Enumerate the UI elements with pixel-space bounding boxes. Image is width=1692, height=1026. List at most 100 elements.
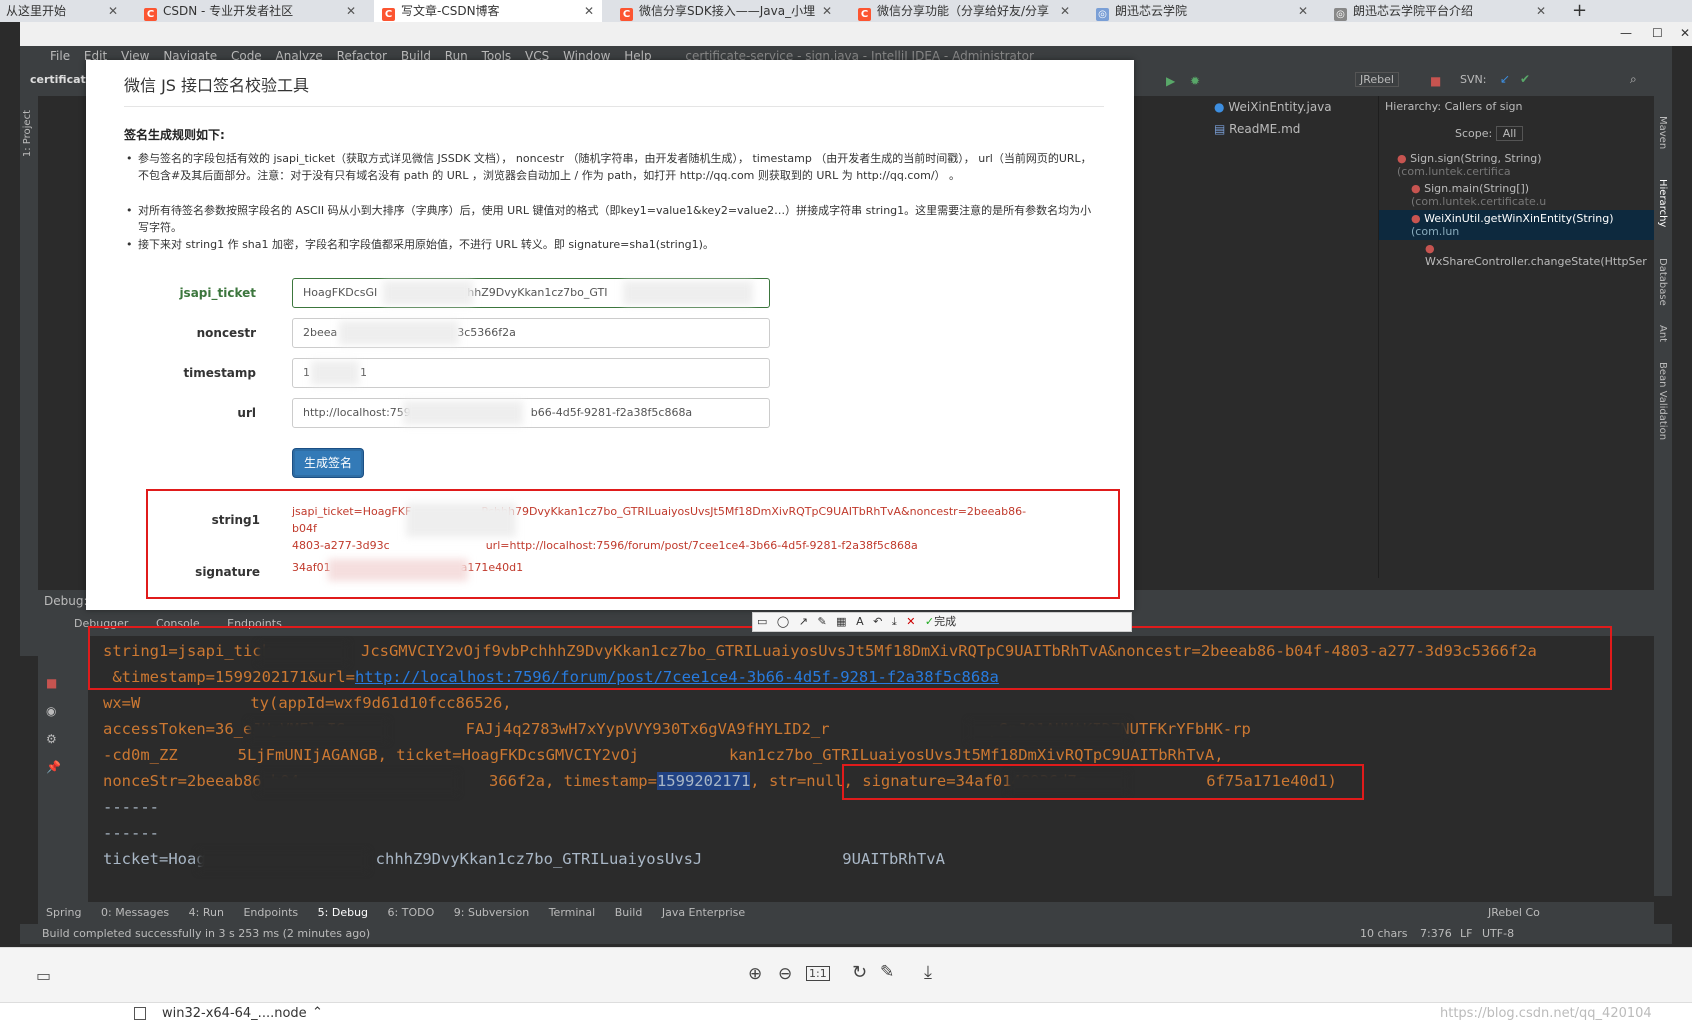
url-input[interactable]: http://localhost:759 b66-4d5f-9281-f2a38f…: [292, 398, 770, 428]
tab-todo[interactable]: 6: TODO: [388, 906, 435, 919]
pen-tool-icon[interactable]: ✎: [817, 615, 826, 628]
item-package: (com.lun: [1411, 225, 1460, 238]
bean-validation-tool-tab[interactable]: Bean Validation: [1657, 362, 1668, 440]
tab-subversion[interactable]: 9: Subversion: [454, 906, 529, 919]
arrow-tool-icon[interactable]: ↗: [799, 615, 808, 628]
close-icon[interactable]: ✕: [1536, 0, 1546, 22]
save-icon[interactable]: ⤓: [892, 615, 897, 628]
browser-tab[interactable]: 从这里开始 ✕: [0, 0, 126, 22]
hierarchy-item[interactable]: ● Sign.main(String[]) (com.luntek.certif…: [1379, 180, 1654, 210]
menu-file[interactable]: File: [50, 49, 70, 63]
zoom-out-icon[interactable]: ⊖: [778, 964, 792, 984]
camera-icon[interactable]: ◉: [46, 704, 88, 718]
close-icon[interactable]: ✕: [108, 0, 118, 22]
maximize-icon[interactable]: ☐: [1652, 26, 1663, 40]
hierarchy-item[interactable]: ● Sign.sign(String, String) (com.luntek.…: [1379, 150, 1654, 180]
download-icon[interactable]: ⤓: [924, 962, 932, 983]
tab-title: 朗迅芯云学院: [1115, 4, 1188, 18]
tab-debug[interactable]: 5: Debug: [318, 906, 368, 919]
monitor-icon[interactable]: ▭: [36, 966, 51, 985]
debug-side-toolbar: ■ ◉ ⚙ 📌: [38, 636, 88, 902]
rotate-icon[interactable]: ↻: [852, 962, 867, 983]
tab-jrebel-console[interactable]: JRebel Co: [1488, 902, 1540, 924]
browser-tab-active[interactable]: C 写文章-CSDN博客 ✕: [374, 0, 602, 22]
tab-terminal[interactable]: Terminal: [549, 906, 596, 919]
actual-size-button[interactable]: 1:1: [806, 966, 830, 981]
scope-label: Scope:: [1455, 127, 1493, 140]
tab-endpoints[interactable]: Endpoints: [243, 906, 298, 919]
run-icon[interactable]: ▶: [1166, 74, 1175, 88]
scope-select[interactable]: All: [1495, 126, 1524, 141]
maven-tool-tab[interactable]: Maven: [1657, 116, 1668, 149]
string1-label: string1: [211, 513, 260, 527]
privacy-blur: [198, 850, 368, 872]
chevron-up-icon[interactable]: ⌃: [312, 1005, 323, 1020]
hierarchy-item-selected[interactable]: ● WeiXinUtil.getWinXinEntity(String) (co…: [1379, 210, 1654, 240]
jrebel-select[interactable]: JRebel: [1355, 72, 1399, 87]
browser-tab[interactable]: C CSDN - 专业开发者社区 ✕: [136, 0, 364, 22]
status-position[interactable]: 7:376: [1420, 924, 1452, 944]
mosaic-tool-icon[interactable]: ▦: [836, 615, 846, 628]
tab-messages[interactable]: 0: Messages: [101, 906, 169, 919]
new-tab-button[interactable]: +: [1572, 0, 1602, 22]
search-icon[interactable]: ⌕: [1630, 72, 1637, 87]
svn-update-icon[interactable]: ↙: [1500, 72, 1510, 86]
close-icon[interactable]: ✕: [584, 0, 594, 22]
globe-icon: ◎: [1334, 8, 1347, 21]
tab-java-enterprise[interactable]: Java Enterprise: [662, 906, 745, 919]
csdn-icon: C: [620, 8, 633, 21]
tab-build[interactable]: Build: [615, 906, 643, 919]
edit-icon[interactable]: ✎: [880, 962, 894, 982]
right-tool-strip: Maven Hierarchy Database Ant Bean Valida…: [1654, 96, 1672, 896]
tab-run[interactable]: 4: Run: [189, 906, 224, 919]
ant-tool-tab[interactable]: Ant: [1657, 325, 1668, 342]
timestamp-input[interactable]: 11: [292, 358, 770, 388]
browser-tab[interactable]: ◎ 朗迅芯云学院 ✕: [1088, 0, 1316, 22]
browser-tab[interactable]: ◎ 朗迅芯云学院平台介绍 ✕: [1326, 0, 1554, 22]
rect-tool-icon[interactable]: ▭: [757, 615, 767, 628]
close-icon[interactable]: ✕: [1680, 26, 1690, 40]
stop-icon[interactable]: ■: [1430, 74, 1441, 88]
tab-spring[interactable]: Spring: [46, 906, 82, 919]
stop-icon[interactable]: ■: [46, 676, 88, 690]
item-text: WeiXinUtil.getWinXinEntity(String): [1424, 212, 1614, 225]
browser-tab[interactable]: C 微信分享SDK接入——Java_小埋 ✕: [612, 0, 840, 22]
method-icon: ●: [1397, 152, 1407, 165]
hierarchy-item[interactable]: ● WxShareController.changeState(HttpSer: [1379, 240, 1654, 270]
editor-tab[interactable]: ● WeiXinEntity.java: [1214, 100, 1332, 114]
status-line-ending[interactable]: LF: [1460, 924, 1472, 944]
window-chrome: — ☐ ✕: [20, 22, 1692, 46]
noncestr-label: noncestr: [196, 326, 256, 340]
hierarchy-tool-tab[interactable]: Hierarchy: [1657, 179, 1668, 227]
generate-signature-button[interactable]: 生成签名: [293, 449, 363, 477]
svn-commit-icon[interactable]: ✔: [1520, 72, 1530, 86]
jsapi-ticket-label: jsapi_ticket: [179, 286, 256, 300]
close-icon[interactable]: ✕: [346, 0, 356, 22]
close-icon[interactable]: ✕: [822, 0, 832, 22]
text-tool-icon[interactable]: A: [856, 615, 864, 628]
settings-icon[interactable]: ⚙: [46, 732, 88, 746]
project-tool-tab[interactable]: 1: Project: [22, 110, 33, 157]
close-icon[interactable]: ✕: [1060, 0, 1070, 22]
debug-icon[interactable]: ✹: [1190, 74, 1200, 88]
download-file-name[interactable]: win32-x64-64_....node: [162, 1006, 307, 1021]
image-viewer-toolbar: ▭ ⊕ ⊖ 1:1 ↻ ✎ ⤓: [0, 947, 1692, 1002]
close-icon[interactable]: ✕: [906, 615, 915, 628]
close-icon[interactable]: ✕: [1298, 0, 1308, 22]
item-package: (com.luntek.certifica: [1397, 165, 1511, 178]
pin-icon[interactable]: 📌: [46, 760, 88, 774]
console-line: ------: [103, 798, 159, 816]
tab-title: 朗迅芯云学院平台介绍: [1353, 4, 1474, 18]
status-encoding[interactable]: UTF-8: [1482, 924, 1514, 944]
minimize-icon[interactable]: —: [1620, 26, 1632, 40]
undo-icon[interactable]: ↶: [873, 615, 882, 628]
debug-label: Debug:: [44, 594, 88, 608]
editor-tab[interactable]: ▤ ReadME.md: [1214, 122, 1300, 136]
database-tool-tab[interactable]: Database: [1657, 258, 1668, 306]
browser-tab[interactable]: C 微信分享功能（分享给好友/分享 ✕: [850, 0, 1078, 22]
jsapi-ticket-input[interactable]: HoagFKDcsGI hhZ9DvyKkan1cz7bo_GTI: [292, 278, 770, 308]
ellipse-tool-icon[interactable]: ◯: [777, 615, 789, 628]
zoom-in-icon[interactable]: ⊕: [748, 964, 762, 984]
noncestr-input[interactable]: 2beea 3c5366f2a: [292, 318, 770, 348]
done-button[interactable]: 完成: [934, 615, 956, 628]
